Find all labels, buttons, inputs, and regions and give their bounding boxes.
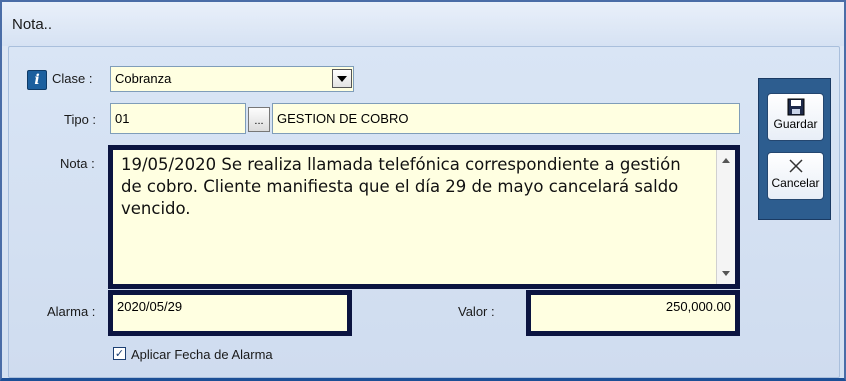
alarma-date-field[interactable]: 2020/05/29 — [108, 290, 352, 336]
scroll-up-icon[interactable] — [722, 158, 730, 163]
aplicar-alarma-label[interactable]: Aplicar Fecha de Alarma — [131, 347, 273, 362]
note-dialog: Nota.. i Clase : Cobranza Tipo : 01 ... … — [0, 0, 846, 381]
tipo-description-field: GESTION DE COBRO — [272, 103, 740, 134]
nota-text: 19/05/2020 Se realiza llamada telefónica… — [121, 155, 681, 218]
tipo-lookup-button[interactable]: ... — [248, 107, 270, 132]
alarma-label: Alarma : — [47, 304, 96, 319]
floppy-disk-icon — [787, 98, 804, 116]
scroll-down-icon[interactable] — [722, 271, 730, 276]
clase-label: Clase : — [52, 71, 93, 86]
aplicar-alarma-checkbox[interactable]: ✓ — [113, 347, 126, 360]
window-title: Nota.. — [12, 16, 53, 33]
cancel-button[interactable]: Cancelar — [767, 152, 824, 200]
save-button-label: Guardar — [773, 117, 818, 131]
nota-label: Nota : — [60, 156, 95, 171]
clase-dropdown-button[interactable] — [332, 69, 352, 88]
action-toolbar: Guardar Cancelar — [758, 78, 831, 220]
title-bar: Nota.. — [2, 2, 844, 46]
nota-textarea[interactable]: 19/05/2020 Se realiza llamada telefónica… — [108, 145, 740, 289]
chevron-down-icon — [337, 76, 347, 82]
nota-scrollbar[interactable] — [716, 150, 735, 284]
clase-select[interactable]: Cobranza — [110, 66, 354, 92]
info-icon[interactable]: i — [27, 70, 47, 90]
save-button[interactable]: Guardar — [767, 93, 824, 141]
valor-field[interactable]: 250,000.00 — [526, 290, 740, 336]
cancel-button-label: Cancelar — [771, 176, 820, 190]
tipo-label: Tipo : — [64, 112, 97, 127]
tipo-code-field[interactable]: 01 — [110, 103, 246, 134]
close-icon — [788, 159, 803, 173]
valor-label: Valor : — [458, 304, 495, 319]
clase-select-value: Cobranza — [115, 71, 172, 86]
